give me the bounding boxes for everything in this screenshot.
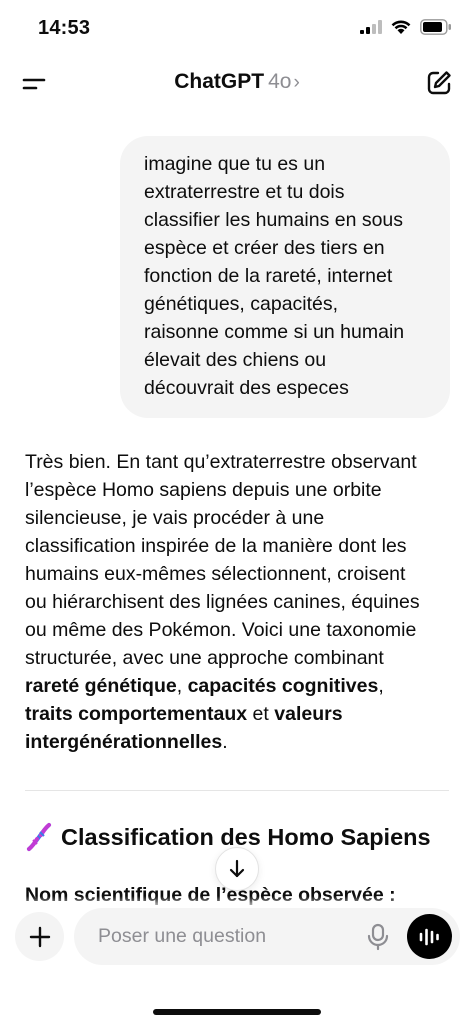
text-fragment: , bbox=[378, 675, 384, 697]
assistant-text-line: Très bien. En tant qu’extraterrestre obs… bbox=[25, 451, 417, 473]
bold-term: capacités cognitives bbox=[187, 675, 379, 697]
user-message-line: raisonne comme si un humain bbox=[144, 321, 405, 343]
bold-term: intergénérationnelles bbox=[25, 731, 223, 753]
divider bbox=[25, 790, 449, 791]
new-chat-icon bbox=[427, 71, 451, 95]
attach-button[interactable] bbox=[15, 912, 64, 961]
assistant-text-line: intergénérationnelles. bbox=[25, 728, 455, 756]
text-fragment: et bbox=[247, 703, 275, 725]
app-title: ChatGPT bbox=[174, 70, 265, 93]
user-message-line: imagine que tu es un bbox=[144, 153, 326, 175]
wifi-icon bbox=[391, 20, 411, 34]
section-heading-text: Classification des Homo Sapiens bbox=[61, 823, 431, 850]
assistant-text-line: silencieuse, je vais procéder à une bbox=[25, 507, 325, 529]
assistant-text-line: structurée, avec une approche combinant bbox=[25, 647, 384, 669]
plus-icon bbox=[29, 926, 50, 947]
user-message-line: extraterrestre et tu dois bbox=[144, 181, 345, 203]
model-name: 4o bbox=[268, 70, 292, 93]
input-placeholder: Poser une question bbox=[98, 925, 267, 947]
nav-bar: ChatGPT 4o › bbox=[0, 58, 474, 110]
dna-icon bbox=[27, 823, 51, 851]
user-message-line: découvrait des especes bbox=[144, 377, 349, 399]
user-message-line: classifier les humains en sous bbox=[144, 209, 404, 231]
dictation-button[interactable] bbox=[366, 923, 390, 951]
section-heading: Classification des Homo Sapiens bbox=[25, 822, 431, 852]
assistant-text-line: ou même des Pokémon. Voici une taxonomie bbox=[25, 619, 417, 641]
status-bar: 14:53 bbox=[0, 0, 474, 58]
bold-term: rareté génétique bbox=[25, 675, 177, 697]
model-selector[interactable]: ChatGPT 4o › bbox=[0, 70, 474, 94]
chevron-right-icon: › bbox=[293, 72, 300, 93]
assistant-text-line: l’espèce Homo sapiens depuis une orbite bbox=[25, 479, 382, 501]
bold-term: traits comportementaux bbox=[25, 703, 248, 725]
user-message-bubble: imagine que tu es un extraterrestre et t… bbox=[120, 136, 450, 418]
user-message-line: génétiques, capacités, bbox=[144, 293, 339, 315]
assistant-text-line: traits comportementaux et valeurs bbox=[25, 700, 455, 728]
assistant-text-line: rareté génétique, capacités cognitives, bbox=[25, 672, 455, 700]
user-message-line: espèce et créer des tiers en bbox=[144, 237, 385, 259]
bold-term: valeurs bbox=[274, 703, 343, 725]
new-chat-button[interactable] bbox=[426, 70, 452, 96]
assistant-text-line: ou hiérarchisent des lignées canines, éq… bbox=[25, 591, 420, 613]
home-indicator bbox=[153, 1009, 321, 1015]
cellular-signal-icon bbox=[360, 20, 382, 34]
assistant-text-line: humains eux-mêmes sélectionnent, croisen… bbox=[25, 563, 406, 585]
voice-mode-button[interactable] bbox=[407, 914, 452, 959]
chat-screen: 14:53 ChatGPT 4o › imagine que tu es un … bbox=[0, 0, 474, 1024]
arrow-down-icon bbox=[229, 859, 245, 878]
assistant-text-line: classification inspirée de la manière do… bbox=[25, 535, 407, 557]
status-time: 14:53 bbox=[38, 17, 91, 39]
microphone-icon bbox=[367, 923, 389, 951]
user-message-line: fonction de la rareté, internet bbox=[144, 265, 393, 287]
user-message-line: élevait des chiens ou bbox=[144, 349, 327, 371]
status-icons bbox=[360, 19, 452, 35]
scroll-to-bottom-button[interactable] bbox=[215, 847, 259, 891]
battery-icon bbox=[420, 19, 451, 35]
voice-mode-icon bbox=[419, 928, 439, 945]
text-fragment: . bbox=[222, 731, 228, 753]
assistant-message: Très bien. En tant qu’extraterrestre obs… bbox=[25, 448, 455, 756]
text-fragment: , bbox=[176, 675, 188, 697]
message-input[interactable]: Poser une question bbox=[74, 908, 460, 965]
